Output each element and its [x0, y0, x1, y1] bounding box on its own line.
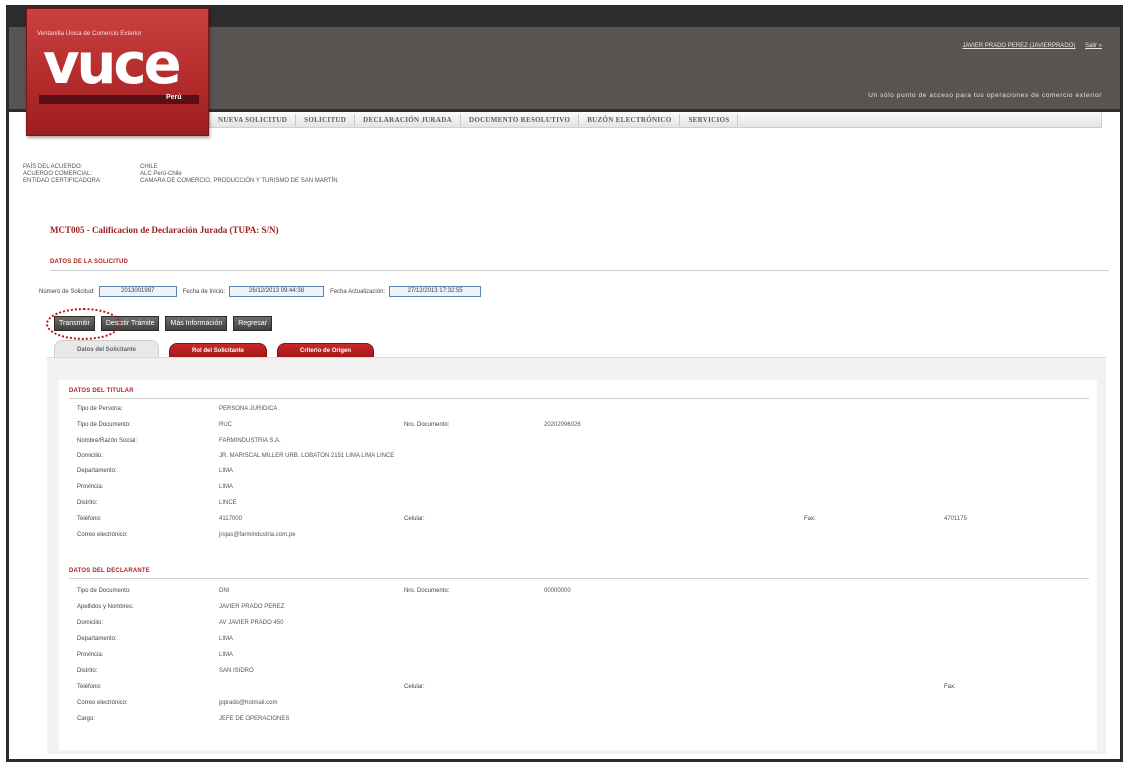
slogan: Un sólo punto de acceso para tus operaci…	[868, 92, 1102, 99]
logo-wordmark: vuce	[43, 32, 182, 97]
logo-country: Perú	[166, 94, 182, 101]
menu-documento-resolutivo[interactable]: DOCUMENTO RESOLUTIVO	[461, 113, 580, 126]
titular-telefono-value: 4117000	[219, 516, 242, 522]
declarante-distrito-value: SAN ISIDRO	[219, 668, 254, 674]
declarante-cargo-value: JEFE DE OPERACIONES	[219, 716, 290, 722]
agreement-info: PAÍS DEL ACUERDO: CHILE ACUERDO COMERCIAL…	[23, 164, 338, 185]
section-datos-titular: DATOS DEL TITULAR	[69, 388, 134, 394]
tab-rol-solicitante[interactable]: Rol del Solicitante	[169, 343, 268, 358]
fecha-actualizacion-label: Fecha Actualización:	[330, 288, 386, 295]
tab-datos-solicitante[interactable]: Datos del Solicitante	[54, 340, 160, 358]
titular-nro-documento-label: Nro. Documento:	[404, 422, 450, 428]
numero-solicitud-label: Número de Solicitud:	[39, 288, 95, 295]
nombre-razon-social-label: Nombre/Razón Social:	[77, 438, 138, 444]
section-datos-solicitud: DATOS DE LA SOLICITUD	[50, 259, 129, 265]
numero-solicitud-field: 2013001987	[98, 286, 177, 297]
main-menu: NUEVA SOLICITUD SOLICITUD DECLARACIÓN JU…	[209, 112, 1102, 128]
declarante-nro-documento-label: Nro. Documento:	[404, 588, 450, 594]
titular-nro-documento-value: 20202096026	[544, 422, 581, 428]
nombre-razon-social-value: FARMINDUSTRIA S.A.	[219, 438, 281, 444]
tipo-persona-label: Tipo de Persona:	[77, 406, 123, 412]
titular-telefono-label: Teléfono:	[77, 516, 102, 522]
declarante-departamento-value: LIMA	[219, 636, 234, 642]
declarante-cargo-label: Cargo:	[77, 716, 96, 722]
declarante-distrito-label: Distrito:	[77, 668, 98, 674]
menu-solicitud[interactable]: SOLICITUD	[296, 113, 356, 126]
regresar-button[interactable]: Regresar	[233, 316, 273, 331]
titular-divider	[69, 398, 1089, 399]
pais-value: CHILE	[140, 164, 158, 170]
tab-panel-content: DATOS DEL TITULAR Tipo de Persona: PERSO…	[59, 380, 1097, 750]
titular-tipo-documento-label: Tipo de Documento:	[77, 422, 131, 428]
user-name-link[interactable]: JAVIER PRADO PEREZ (JAVIERPRADO)	[963, 43, 1076, 49]
titular-distrito-label: Distrito:	[77, 500, 98, 506]
declarante-domicilio-value: AV JAVIER PRADO 450	[219, 620, 284, 626]
menu-servicios[interactable]: SERVICIOS	[680, 113, 739, 126]
entidad-label: ENTIDAD CERTIFICADORA:	[23, 178, 102, 184]
declarante-correo-value: jpprado@hotmail.com	[219, 700, 278, 706]
tab-bar: Datos del Solicitante Rol del Solicitant…	[54, 340, 384, 358]
declarante-domicilio-label: Domicilio:	[77, 620, 104, 626]
entidad-value: CAMARA DE COMERCIO, PRODUCCIÓN Y TURISMO…	[140, 178, 338, 184]
titular-domicilio-value: JR. MARISCAL MILLER URB. LOBATON 2151 LI…	[219, 453, 395, 459]
titular-fax-label: Fax:	[804, 516, 816, 522]
fecha-inicio-label: Fecha de Inicio:	[182, 288, 226, 295]
section-divider	[50, 270, 1109, 271]
declarante-departamento-label: Departamento:	[77, 636, 117, 642]
titular-provincia-label: Provincia:	[77, 484, 104, 490]
declarante-provincia-label: Provincia:	[77, 652, 104, 658]
titular-tipo-documento-value: RUC	[219, 422, 232, 428]
apellidos-nombres-label: Apellidos y Nombres:	[77, 604, 134, 610]
acuerdo-value: ALC Perú-Chile	[140, 171, 182, 177]
titular-fax-value: 4701175	[944, 516, 967, 522]
vuce-logo[interactable]: Ventanilla Única de Comercio Exterior vu…	[26, 8, 209, 136]
user-links: JAVIER PRADO PEREZ (JAVIERPRADO) Salir »	[955, 43, 1102, 49]
pais-label: PAÍS DEL ACUERDO:	[23, 164, 83, 170]
declarante-correo-label: Correo electrónico:	[77, 700, 128, 706]
declarante-tipo-documento-value: DNI	[219, 588, 230, 594]
acuerdo-label: ACUERDO COMERCIAL:	[23, 171, 93, 177]
declarante-celular-label: Celular:	[404, 684, 425, 690]
tab-criterio-origen[interactable]: Criterio de Origen	[277, 343, 375, 358]
declarante-tipo-documento-label: Tipo de Documento:	[77, 588, 131, 594]
declarante-telefono-label: Teléfono:	[77, 684, 102, 690]
fecha-actualizacion-field: 27/12/2013 17:32:55	[389, 286, 482, 297]
titular-celular-label: Celular:	[404, 516, 425, 522]
declarante-nro-documento-value: 00000000	[544, 588, 571, 594]
menu-buzon-electronico[interactable]: BUZÓN ELECTRÓNICO	[579, 113, 681, 126]
titular-provincia-value: LIMA	[219, 484, 234, 490]
titular-departamento-value: LIMA	[219, 468, 234, 474]
titular-correo-label: Correo electrónico:	[77, 532, 128, 538]
declarante-divider	[69, 578, 1089, 579]
menu-nueva-solicitud[interactable]: NUEVA SOLICITUD	[210, 113, 297, 126]
titular-correo-value: jrojas@farmindustria.com.pe	[219, 532, 296, 538]
titular-departamento-label: Departamento:	[77, 468, 117, 474]
logout-link[interactable]: Salir »	[1085, 43, 1102, 49]
section-datos-declarante: DATOS DEL DECLARANTE	[69, 568, 151, 574]
transmitir-highlight-circle	[46, 308, 121, 340]
mas-informacion-button[interactable]: Más Información	[165, 316, 228, 331]
tab-panel: DATOS DEL TITULAR Tipo de Persona: PERSO…	[47, 357, 1106, 754]
browser-frame: JAVIER PRADO PEREZ (JAVIERPRADO) Salir »…	[6, 5, 1123, 762]
declarante-provincia-value: LIMA	[219, 652, 234, 658]
menu-declaracion-jurada[interactable]: DECLARACIÓN JURADA	[355, 113, 461, 126]
declarante-fax-label: Fax:	[944, 684, 956, 690]
fecha-inicio-field: 26/12/2013 09:44:38	[229, 286, 325, 297]
tipo-persona-value: PERSONA JURIDICA	[219, 406, 278, 412]
titular-distrito-value: LINCE	[219, 500, 237, 506]
request-fields: Número de Solicitud: 2013001987 Fecha de…	[39, 286, 487, 297]
page-title: MCT005 - Calificacion de Declaración Jur…	[50, 225, 279, 235]
apellidos-nombres-value: JAVIER PRADO PEREZ	[219, 604, 285, 610]
titular-domicilio-label: Domicilio:	[77, 453, 104, 459]
